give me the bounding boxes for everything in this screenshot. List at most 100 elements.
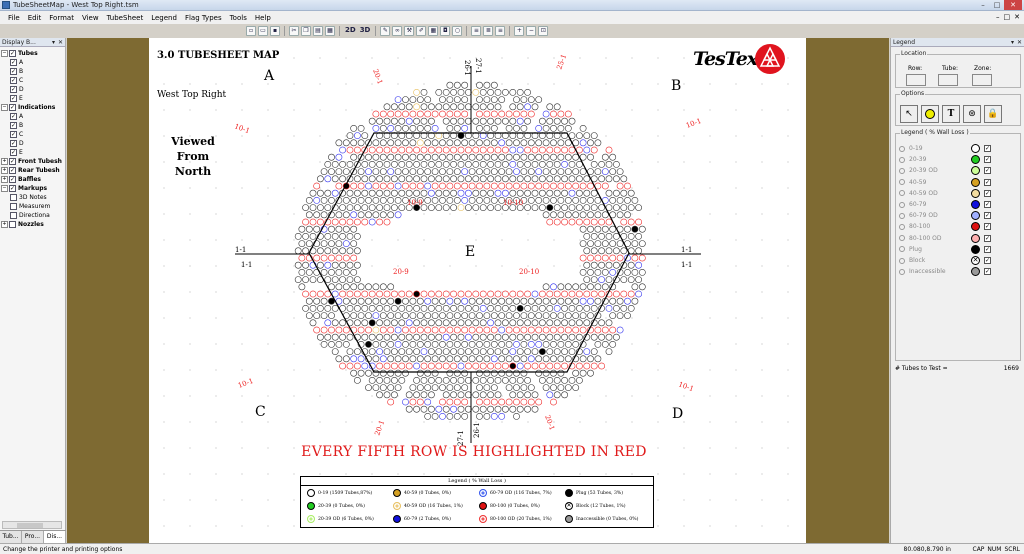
tree-item[interactable]: ✓ E <box>1 94 64 103</box>
zoom-fit-icon[interactable]: ⊡ <box>538 26 549 36</box>
tree-item[interactable]: − ✓ Markups <box>1 184 64 193</box>
tree-checkbox[interactable]: ✓ <box>10 68 17 75</box>
legend-radio[interactable] <box>899 190 905 197</box>
camera-icon[interactable]: ◘ <box>440 26 451 36</box>
legend-row[interactable]: Inaccessible ✓ <box>899 266 1017 277</box>
tree-item[interactable]: + ✓ Rear Tubesh <box>1 166 64 175</box>
tab-tubes[interactable]: Tub... <box>0 531 22 543</box>
pen-icon[interactable]: ✎ <box>380 26 391 36</box>
legend-row[interactable]: Plug ✓ <box>899 244 1017 255</box>
legend-radio[interactable] <box>899 212 905 219</box>
legend-swatch[interactable] <box>971 188 980 198</box>
wrench-icon[interactable]: ⚒ <box>404 26 415 36</box>
mdi-restore-icon[interactable]: □ <box>1004 13 1011 21</box>
tab-display[interactable]: Dis... <box>44 531 66 543</box>
legend-row[interactable]: 40-59 ✓ <box>899 177 1017 188</box>
legend-radio[interactable] <box>899 246 905 253</box>
legend-swatch[interactable]: ✕ <box>971 256 980 265</box>
legend-radio[interactable] <box>899 235 905 242</box>
expand-toggle-icon[interactable]: + <box>1 167 8 174</box>
lock-tool-icon[interactable]: 🔒 <box>984 105 1002 123</box>
new-file-icon[interactable]: ▫ <box>246 26 256 36</box>
legend-row[interactable]: 20-39 OD ✓ <box>899 165 1017 176</box>
pin-icon[interactable]: ▾ <box>52 39 55 46</box>
align-left-icon[interactable]: ≡ <box>471 26 482 36</box>
expand-toggle-icon[interactable]: − <box>1 50 8 57</box>
tree-item[interactable]: − ✓ Indications <box>1 103 64 112</box>
legend-row[interactable]: 20-39 ✓ <box>899 154 1017 165</box>
tree-checkbox[interactable]: ✓ <box>10 86 17 93</box>
legend-swatch[interactable] <box>971 155 980 165</box>
paste-icon[interactable]: ▤ <box>313 26 323 36</box>
legend-row[interactable]: 80-100 OD ✓ <box>899 233 1017 244</box>
tree-checkbox[interactable]: ✓ <box>9 104 16 111</box>
menu-file[interactable]: File <box>4 14 24 22</box>
maximize-button[interactable]: □ <box>990 0 1004 10</box>
tree-item[interactable]: ✓ B <box>1 67 64 76</box>
tab-properties[interactable]: Pro... <box>22 531 44 543</box>
tree-item[interactable]: ✓ D <box>1 139 64 148</box>
legend-swatch[interactable] <box>971 144 980 153</box>
legend-visible-checkbox[interactable]: ✓ <box>984 145 991 152</box>
tree-checkbox[interactable]: ✓ <box>10 149 17 156</box>
legend-visible-checkbox[interactable]: ✓ <box>984 257 991 264</box>
view-2d-button[interactable]: 2D <box>344 26 357 36</box>
minimize-button[interactable]: – <box>976 0 990 10</box>
tree-checkbox[interactable]: ✓ <box>9 185 16 192</box>
legend-swatch[interactable] <box>971 200 980 209</box>
legend-visible-checkbox[interactable]: ✓ <box>984 245 991 253</box>
align-right-icon[interactable]: ≡ <box>495 26 506 36</box>
legend-radio[interactable] <box>899 167 905 174</box>
tree-item[interactable]: ✓ C <box>1 130 64 139</box>
expand-toggle-icon[interactable]: − <box>1 104 8 111</box>
legend-radio[interactable] <box>899 145 905 152</box>
legend-swatch[interactable] <box>971 244 980 254</box>
legend-visible-checkbox[interactable]: ✓ <box>984 234 991 242</box>
legend-row[interactable]: Block ✕ ✓ <box>899 255 1017 266</box>
horizontal-scrollbar[interactable] <box>2 521 62 529</box>
tree-item[interactable]: + ✓ Baffles <box>1 175 64 184</box>
tree-checkbox[interactable]: ✓ <box>9 167 16 174</box>
mdi-close-icon[interactable]: ✕ <box>1014 13 1020 21</box>
align-center-icon[interactable]: ≣ <box>483 26 494 36</box>
tree-checkbox[interactable]: ✓ <box>9 158 16 165</box>
legend-visible-checkbox[interactable]: ✓ <box>984 212 991 220</box>
close-button[interactable]: ✕ <box>1004 0 1022 10</box>
zoom-in-icon[interactable]: + <box>514 26 525 36</box>
legend-radio[interactable] <box>899 201 905 208</box>
legend-row[interactable]: 40-59 OD ✓ <box>899 188 1017 199</box>
legend-pin-icon[interactable]: ▾ <box>1011 39 1014 46</box>
tree-item[interactable]: − ✓ Tubes <box>1 49 64 58</box>
menu-edit[interactable]: Edit <box>24 14 46 22</box>
legend-row[interactable]: 60-79 ✓ <box>899 199 1017 210</box>
mdi-minimize-icon[interactable]: – <box>996 13 1000 21</box>
menu-legend[interactable]: Legend <box>147 14 181 22</box>
expand-toggle-icon[interactable]: − <box>1 185 8 192</box>
fill-circle-tool-icon[interactable] <box>921 105 939 123</box>
tree-item[interactable]: ✓ C <box>1 76 64 85</box>
legend-visible-checkbox[interactable]: ✓ <box>984 201 991 208</box>
tree-item[interactable]: ✓ A <box>1 112 64 121</box>
tree-checkbox[interactable]: ✓ <box>10 140 17 147</box>
tree-checkbox[interactable]: ✓ <box>10 113 17 120</box>
print-icon[interactable]: ▦ <box>325 26 335 36</box>
grid-tool-icon[interactable]: ⊛ <box>963 105 981 123</box>
legend-visible-checkbox[interactable]: ✓ <box>984 268 991 276</box>
menu-tools[interactable]: Tools <box>226 14 251 22</box>
expand-toggle-icon[interactable]: + <box>1 176 8 183</box>
text-tool-icon[interactable]: T <box>942 105 960 123</box>
zoom-out-icon[interactable]: − <box>526 26 537 36</box>
legend-visible-checkbox[interactable]: ✓ <box>984 156 991 164</box>
tree-item[interactable]: ✓ D <box>1 85 64 94</box>
menu-flag-types[interactable]: Flag Types <box>181 14 226 22</box>
pointer-tool-icon[interactable]: ↖ <box>900 105 918 123</box>
tree-checkbox[interactable]: ✓ <box>9 50 16 57</box>
legend-radio[interactable] <box>899 223 905 230</box>
legend-row[interactable]: 60-79 OD ✓ <box>899 210 1017 221</box>
legend-visible-checkbox[interactable]: ✓ <box>984 167 991 175</box>
tree-checkbox[interactable] <box>10 212 17 219</box>
tree-item[interactable]: ✓ B <box>1 121 64 130</box>
legend-visible-checkbox[interactable]: ✓ <box>984 223 991 231</box>
legend-row[interactable]: 80-100 ✓ <box>899 221 1017 232</box>
legend-radio[interactable] <box>899 179 905 186</box>
